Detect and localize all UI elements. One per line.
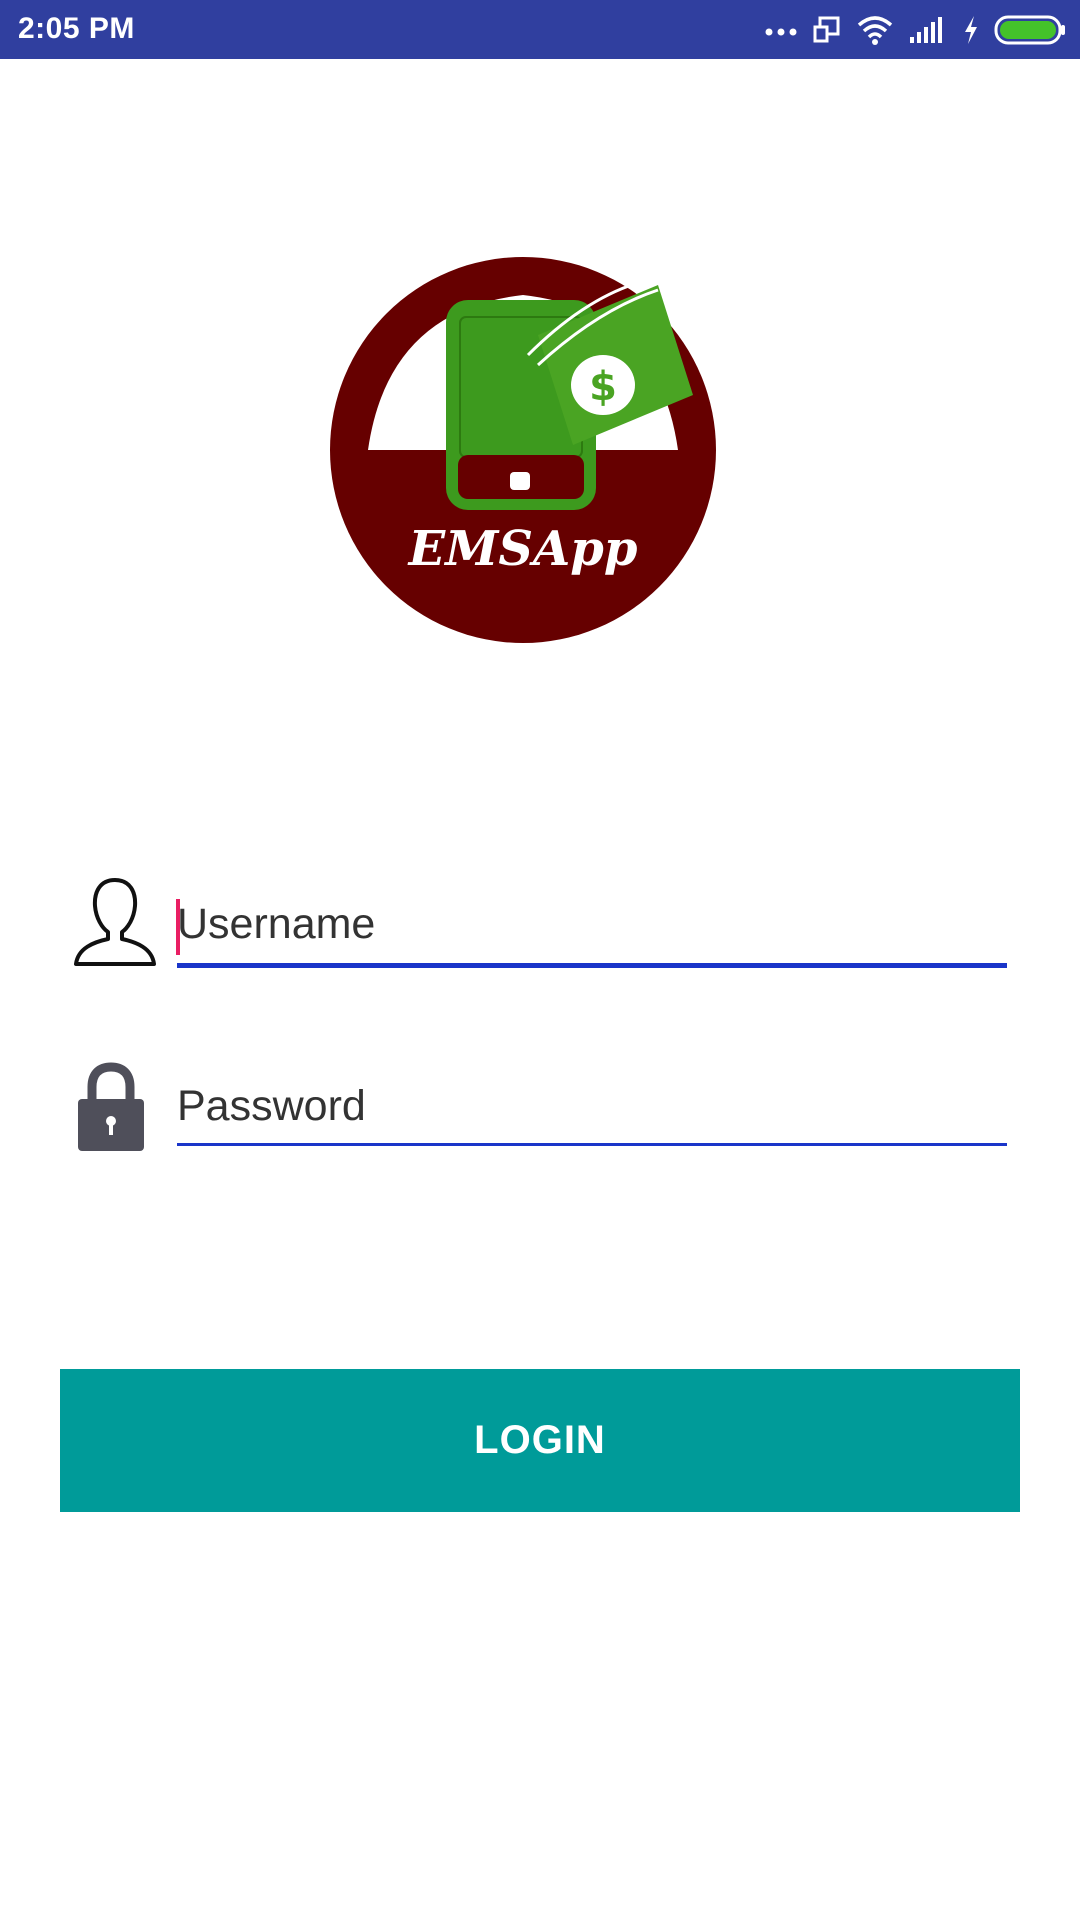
svg-text:$: $ xyxy=(589,364,617,410)
login-button[interactable]: LOGIN xyxy=(60,1369,1020,1512)
username-row: Username xyxy=(60,873,1020,973)
battery-icon xyxy=(994,14,1066,46)
lock-icon xyxy=(70,1061,152,1158)
app-logo: $ EMSApp xyxy=(328,255,718,645)
status-time: 2:05 PM xyxy=(18,12,135,45)
username-underline xyxy=(177,963,1007,968)
user-silhouette-icon xyxy=(70,876,160,973)
wifi-icon xyxy=(856,15,894,45)
charging-bolt-icon xyxy=(962,15,980,45)
screen-rotate-icon xyxy=(812,15,842,45)
password-underline xyxy=(177,1143,1007,1146)
svg-text:EMSApp: EMSApp xyxy=(407,521,638,577)
username-input[interactable]: Username xyxy=(177,899,1007,959)
signal-icon xyxy=(908,15,948,45)
status-bar: 2:05 PM xyxy=(0,0,1080,59)
more-dots-icon xyxy=(764,24,798,36)
status-icons xyxy=(750,10,1066,50)
password-input[interactable]: Password xyxy=(177,1081,1007,1141)
password-row: Password xyxy=(60,1055,1020,1155)
